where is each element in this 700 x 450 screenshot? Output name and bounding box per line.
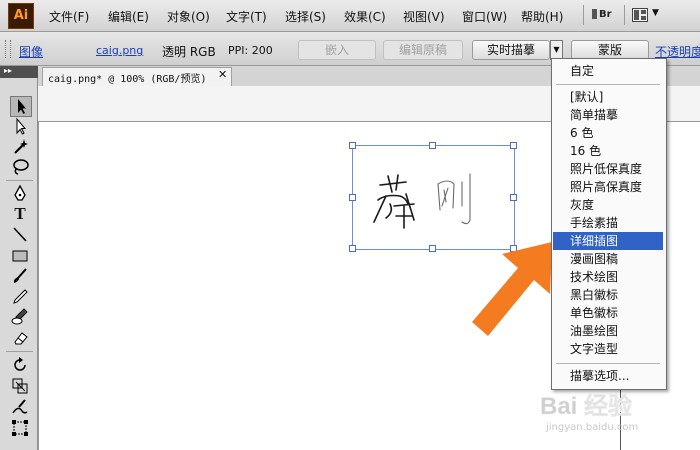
menu-item-grayscale[interactable]: 灰度: [551, 196, 665, 214]
arrange-documents-icon[interactable]: [632, 8, 648, 22]
menu-object[interactable]: 对象(O): [167, 8, 210, 25]
menu-edit[interactable]: 编辑(E): [108, 8, 149, 25]
menu-item-inked-drawing[interactable]: 油墨绘图: [551, 322, 665, 340]
direct-selection-tool-icon[interactable]: [10, 117, 30, 136]
menu-item-technical-drawing[interactable]: 技术绘图: [551, 268, 665, 286]
type-tool-icon[interactable]: T: [10, 204, 30, 223]
menu-divider: [556, 363, 660, 364]
tool-divider: [6, 180, 33, 181]
pen-tool-icon[interactable]: [10, 184, 30, 203]
artboard-edge: [38, 121, 39, 450]
embed-button[interactable]: 嵌入: [298, 40, 376, 60]
menu-help[interactable]: 帮助(H): [521, 8, 563, 25]
mask-button[interactable]: 蒙版: [571, 40, 649, 60]
trace-preset-dropdown-icon[interactable]: ▼: [550, 40, 563, 60]
collapse-icon[interactable]: ▸▸: [4, 66, 12, 75]
menu-divider: [624, 5, 625, 25]
paintbrush-tool-icon[interactable]: [10, 266, 30, 285]
menu-file[interactable]: 文件(F): [49, 8, 89, 25]
menu-divider: [583, 5, 584, 25]
resize-handle[interactable]: [429, 142, 436, 149]
live-trace-button[interactable]: 实时描摹: [472, 40, 550, 60]
menu-item-6-colors[interactable]: 6 色: [551, 124, 665, 142]
scale-tool-icon[interactable]: [10, 376, 30, 395]
file-name-link[interactable]: caig.png: [96, 44, 143, 57]
bridge-icon[interactable]: Br: [592, 6, 618, 24]
menu-view[interactable]: 视图(V): [403, 8, 445, 25]
menu-item-comic-art[interactable]: 漫画图稿: [551, 250, 665, 268]
free-transform-tool-icon[interactable]: [10, 418, 30, 437]
pointer-arrow-annotation: [472, 242, 552, 336]
menu-item-mono-logo[interactable]: 单色徽标: [551, 304, 665, 322]
menu-select[interactable]: 选择(S): [285, 8, 326, 25]
rotate-tool-icon[interactable]: [10, 355, 30, 374]
object-type-link[interactable]: 图像: [19, 43, 43, 60]
resize-handle[interactable]: [349, 245, 356, 252]
menu-effect[interactable]: 效果(C): [344, 8, 386, 25]
line-tool-icon[interactable]: [10, 225, 30, 244]
toolbox-header[interactable]: ▸▸: [0, 66, 38, 78]
menu-item-bw-logo[interactable]: 黑白徽标: [551, 286, 665, 304]
baidu-watermark-logo: Bai 经验: [540, 392, 633, 421]
menu-item-photo-low-fidelity[interactable]: 照片低保真度: [551, 160, 665, 178]
resize-handle[interactable]: [510, 194, 517, 201]
watermark-brand: Bai 经验: [540, 392, 632, 420]
bridge-label: Br: [599, 9, 612, 20]
transparency-label: 透明 RGB: [162, 45, 216, 59]
selection-tool-icon[interactable]: [10, 96, 32, 117]
menu-item-default[interactable]: [默认]: [551, 88, 665, 106]
menu-item-custom[interactable]: 自定: [551, 62, 665, 80]
edit-original-button[interactable]: 编辑原稿: [383, 40, 463, 60]
resize-handle[interactable]: [510, 142, 517, 149]
menu-item-tracing-options[interactable]: 描摹选项...: [551, 367, 665, 385]
resize-handle[interactable]: [349, 142, 356, 149]
menu-item-type[interactable]: 文字造型: [551, 340, 665, 358]
arrange-dropdown-icon[interactable]: ▼: [652, 8, 659, 18]
eraser-tool-icon[interactable]: [10, 328, 30, 347]
menu-item-hand-sketch[interactable]: 手绘素描: [551, 214, 665, 232]
warp-tool-icon[interactable]: [10, 397, 30, 416]
watermark-url: jingyan.baidu.com: [546, 422, 639, 433]
rectangle-tool-icon[interactable]: [10, 246, 30, 265]
ppi-label: PPI: 200: [228, 44, 273, 57]
app-logo: Ai: [8, 3, 34, 29]
document-tab-title: caig.png* @ 100% (RGB/预览): [48, 74, 207, 85]
magic-wand-tool-icon[interactable]: [10, 137, 30, 156]
menu-window[interactable]: 窗口(W): [462, 8, 507, 25]
signature-image: [373, 173, 471, 229]
resize-handle[interactable]: [429, 245, 436, 252]
menu-item-16-colors[interactable]: 16 色: [551, 142, 665, 160]
control-bar-grip[interactable]: [5, 40, 11, 58]
resize-handle[interactable]: [349, 194, 356, 201]
menu-type[interactable]: 文字(T): [226, 8, 267, 25]
menu-item-simple-trace[interactable]: 简单描摹: [551, 106, 665, 124]
menu-divider: [556, 84, 660, 85]
menu-item-photo-high-fidelity[interactable]: 照片高保真度: [551, 178, 665, 196]
menu-item-detailed-illustration[interactable]: 详细插图: [553, 232, 663, 250]
pencil-tool-icon[interactable]: [10, 287, 30, 306]
blob-brush-tool-icon[interactable]: [10, 307, 30, 326]
tool-divider: [6, 351, 33, 352]
lasso-tool-icon[interactable]: [10, 157, 30, 176]
close-icon[interactable]: ✕: [218, 68, 227, 81]
